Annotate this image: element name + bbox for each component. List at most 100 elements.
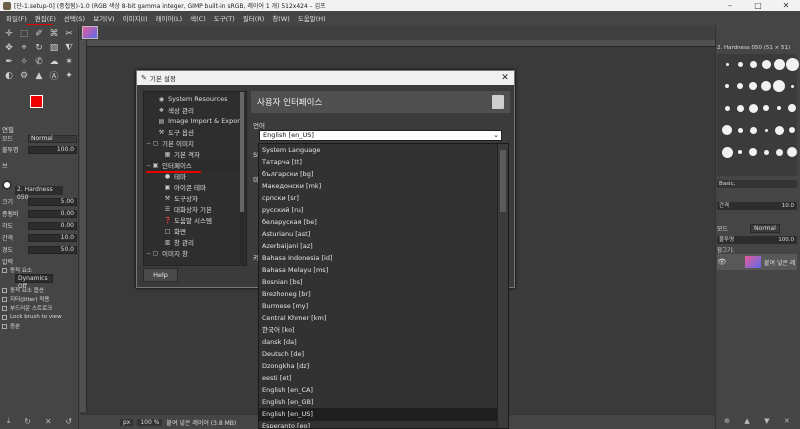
chevron-down-icon[interactable]: ⌄ bbox=[493, 131, 499, 140]
dynamics-select[interactable]: Dynamics Off bbox=[15, 274, 53, 290]
save-options-icon[interactable]: ⤓ bbox=[7, 416, 11, 426]
brush-preset-dot[interactable] bbox=[738, 150, 742, 154]
angle-slider[interactable]: 0.00 bbox=[28, 221, 77, 230]
close-button[interactable]: ✕ bbox=[772, 0, 800, 11]
brush-preset-dot[interactable] bbox=[736, 104, 744, 112]
brush-preset-dot[interactable] bbox=[773, 58, 785, 70]
brush-preset-dot[interactable] bbox=[787, 147, 797, 157]
brush-preview[interactable] bbox=[2, 180, 12, 190]
brush-preset-dot[interactable] bbox=[737, 83, 743, 89]
tool-icon[interactable]: ✥ bbox=[2, 41, 16, 54]
tree-item[interactable]: − ▣ 인터페이스 bbox=[144, 160, 244, 170]
tool-icon[interactable]: ⬚ bbox=[17, 27, 31, 40]
brush-preset-dot[interactable] bbox=[773, 80, 785, 92]
new-layer-icon[interactable]: ⊕ bbox=[724, 417, 730, 427]
eye-icon[interactable]: 👁 bbox=[717, 258, 727, 266]
dropdown-scroll-thumb[interactable] bbox=[500, 150, 506, 212]
menu-select[interactable]: 선택(S) bbox=[60, 13, 89, 23]
menu-help[interactable]: 도움말(H) bbox=[294, 13, 330, 23]
brush-preset-dot[interactable] bbox=[774, 125, 784, 135]
brush-preset-dot[interactable] bbox=[724, 105, 730, 111]
tool-icon[interactable]: ✧ bbox=[17, 55, 31, 68]
menu-image[interactable]: 이미지(I) bbox=[119, 13, 152, 23]
tool-icon[interactable]: ◐ bbox=[2, 69, 16, 82]
tree-item[interactable]: − ▢ 이미지 창 bbox=[144, 248, 244, 259]
tree-item[interactable]: − ▢ 기본 이미지 bbox=[144, 138, 244, 149]
dropdown-scrollbar[interactable] bbox=[497, 144, 508, 428]
brush-preset-dot[interactable] bbox=[790, 84, 794, 88]
language-option[interactable]: Esperanto [eo] bbox=[259, 420, 497, 428]
menu-filters[interactable]: 필터(R) bbox=[239, 13, 269, 23]
color-swatches[interactable] bbox=[28, 93, 54, 117]
ruler-horizontal[interactable] bbox=[80, 40, 715, 47]
incremental-checkbox[interactable] bbox=[2, 323, 7, 329]
brush-preset-dot[interactable] bbox=[737, 127, 743, 133]
maximize-button[interactable]: □ bbox=[744, 0, 772, 11]
tree-item[interactable]: ❓ 도움말 시스템 bbox=[144, 215, 244, 226]
tree-item[interactable]: ❖ 색상 관리 bbox=[144, 105, 244, 116]
brush-preset-dot[interactable] bbox=[785, 57, 799, 71]
tool-icon[interactable]: ↻ bbox=[32, 41, 46, 54]
tool-icon[interactable]: ✒ bbox=[2, 55, 16, 68]
tool-icon[interactable]: ✦ bbox=[62, 69, 76, 82]
brush-preset-dot[interactable] bbox=[737, 61, 743, 67]
brush-name-field[interactable]: 2. Hardness 050 bbox=[15, 186, 63, 201]
image-thumbnail[interactable] bbox=[82, 26, 98, 39]
menu-windows[interactable]: 창(W) bbox=[268, 13, 293, 23]
raise-layer-icon[interactable]: ▲ bbox=[744, 417, 749, 427]
brush-spacing-slider[interactable]: 간격 10.0 bbox=[717, 202, 797, 210]
unit-select[interactable]: px bbox=[120, 418, 134, 426]
tree-scrollbar[interactable] bbox=[240, 92, 244, 266]
tool-icon[interactable]: ✶ bbox=[62, 55, 76, 68]
tool-icon[interactable]: ⌘ bbox=[47, 27, 61, 40]
tree-scroll-thumb[interactable] bbox=[240, 92, 244, 212]
tool-icon[interactable]: ⧨ bbox=[62, 41, 76, 54]
layers-mode-select[interactable]: Normal bbox=[750, 224, 780, 233]
opacity-slider[interactable]: 100.0 bbox=[28, 145, 77, 154]
language-combo[interactable]: English [en_US] ⌄ bbox=[259, 130, 502, 141]
reset-icon[interactable]: ↺ bbox=[65, 417, 72, 426]
brush-preset-dot[interactable] bbox=[721, 146, 733, 158]
brush-preset-dot[interactable] bbox=[763, 149, 769, 155]
tool-icon[interactable]: ☁ bbox=[47, 55, 61, 68]
tree-item[interactable]: ☰ 대화상자 기본 bbox=[144, 204, 244, 215]
menu-colors[interactable]: 색(C) bbox=[186, 13, 210, 23]
brush-preset-dot[interactable] bbox=[764, 128, 768, 132]
brush-preset-select[interactable]: Basic, bbox=[717, 180, 797, 188]
layer-opacity-slider[interactable]: 불투명 100.0 bbox=[717, 236, 797, 244]
brush-preset-dot[interactable] bbox=[788, 104, 796, 112]
minimize-button[interactable]: – bbox=[716, 0, 744, 11]
brush-preset-dot[interactable] bbox=[725, 62, 729, 66]
tree-item[interactable]: ⚒ 도구상자 bbox=[144, 193, 244, 204]
spacing-slider[interactable]: 10.0 bbox=[28, 233, 77, 242]
brush-preset-dot[interactable] bbox=[749, 60, 757, 68]
tool-icon[interactable]: Ⓐ bbox=[47, 69, 61, 82]
lock-brush-checkbox[interactable] bbox=[2, 314, 7, 320]
zoom-select[interactable]: 100 % bbox=[137, 418, 163, 426]
menu-view[interactable]: 보기(V) bbox=[89, 13, 118, 23]
foreground-color-swatch[interactable] bbox=[30, 95, 43, 108]
tree-item[interactable]: ▦ 기본 격자 bbox=[144, 149, 244, 160]
mode-select[interactable]: Normal bbox=[28, 134, 77, 143]
brush-preset-dot[interactable] bbox=[725, 84, 729, 88]
tool-icon[interactable]: ⚙ bbox=[17, 69, 31, 82]
tool-icon[interactable]: ▲ bbox=[32, 69, 46, 82]
tree-item[interactable]: ▥ 창 관리 bbox=[144, 237, 244, 248]
tool-icon[interactable]: ⌖ bbox=[17, 41, 31, 54]
tree-item[interactable]: ▣ 아이콘 테마 bbox=[144, 182, 244, 193]
aspect-slider[interactable]: 0.00 bbox=[28, 209, 77, 218]
jitter-checkbox[interactable] bbox=[2, 296, 7, 302]
layer-item[interactable]: 👁 붙여 넣은 레 bbox=[717, 254, 797, 270]
brush-grid[interactable] bbox=[717, 54, 799, 176]
ruler-vertical[interactable] bbox=[80, 40, 87, 412]
menu-edit[interactable]: 편집(E) bbox=[31, 13, 60, 23]
tree-item[interactable]: □ 화면 bbox=[144, 226, 244, 237]
tool-icon[interactable]: ▨ bbox=[47, 41, 61, 54]
dyn-options-expander[interactable] bbox=[2, 287, 7, 293]
tool-icon[interactable]: ✐ bbox=[32, 27, 46, 40]
brush-preset-dot[interactable] bbox=[777, 106, 781, 110]
tool-icon[interactable]: ✛ bbox=[2, 27, 16, 40]
brush-preset-dot[interactable] bbox=[761, 59, 771, 69]
dialog-close-button[interactable]: ✕ bbox=[496, 73, 514, 83]
menu-file[interactable]: 파일(F) bbox=[2, 13, 31, 23]
